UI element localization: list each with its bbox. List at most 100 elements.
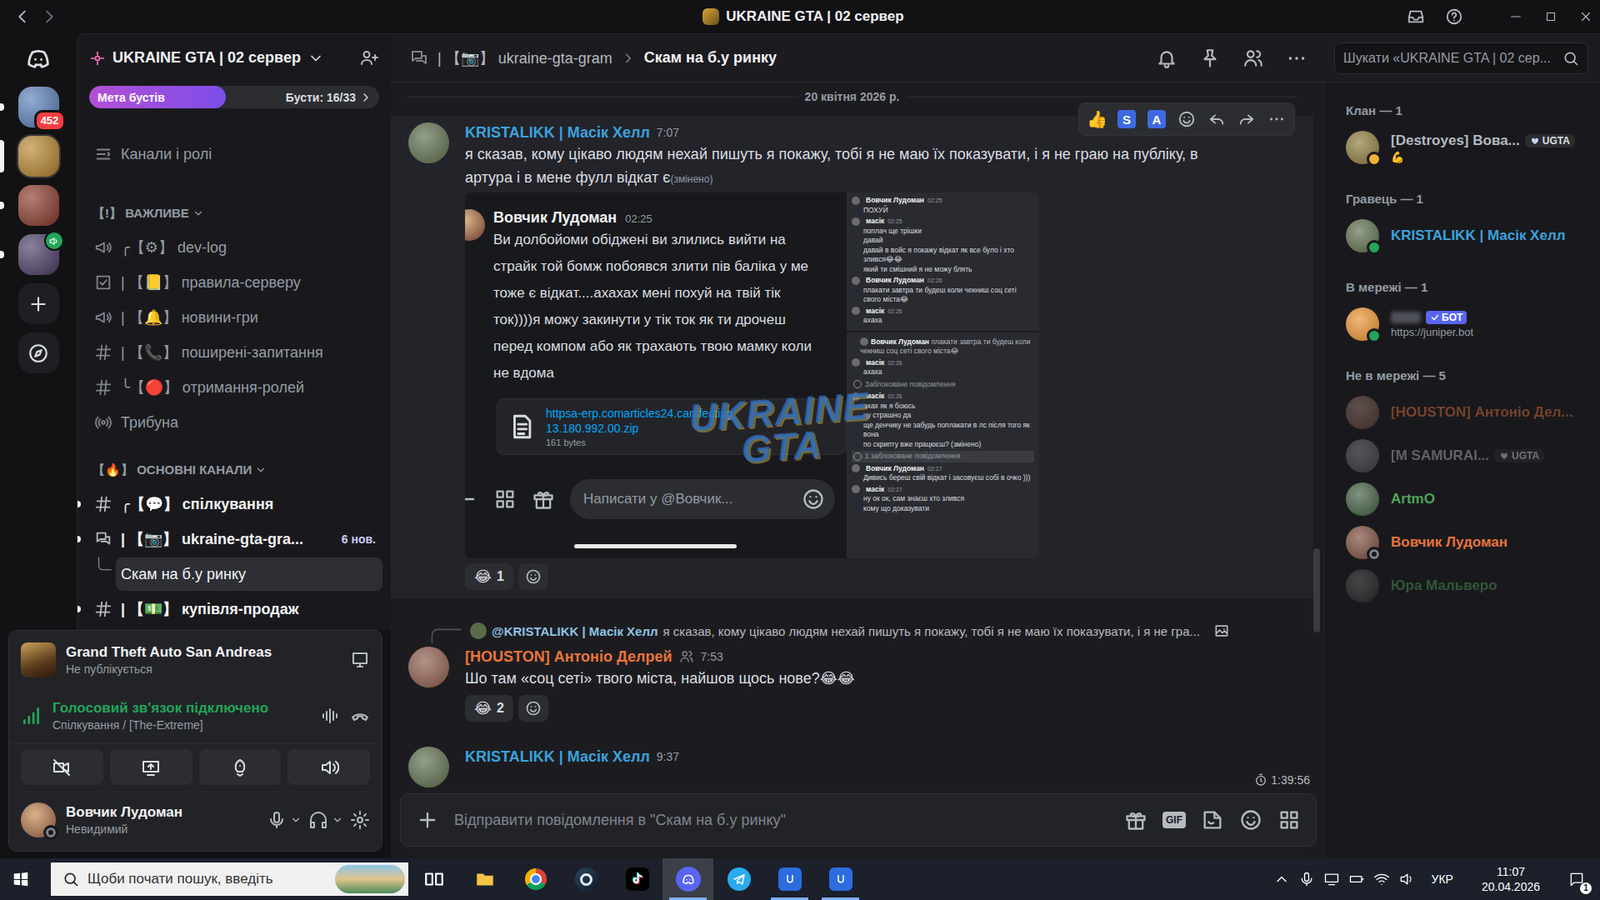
disconnect-icon[interactable] (350, 705, 370, 726)
gift-icon[interactable] (1124, 808, 1148, 832)
home-button[interactable] (18, 37, 60, 79)
back-arrow-icon[interactable] (13, 7, 32, 26)
invite-person-icon[interactable] (359, 48, 380, 69)
channel-item[interactable]: Трибуна (77, 405, 391, 440)
search-field[interactable]: Шукати «UKRAINE GTA | 02 сер... (1334, 42, 1589, 75)
author-name[interactable]: KRISTALIKK | Масік Хелл (465, 124, 650, 142)
taskbar-app[interactable] (713, 858, 765, 900)
taskbar-app[interactable] (408, 858, 460, 900)
server-icon[interactable]: 452 (18, 86, 60, 128)
channel-item[interactable]: ╭【💬】 спілкування (77, 486, 391, 522)
reply-button[interactable] (1202, 105, 1231, 134)
input-language[interactable]: УКР (1431, 872, 1454, 886)
taskbar-app[interactable] (764, 858, 815, 900)
account-row[interactable]: Вовчик ЛудоманНевидимий (9, 792, 382, 848)
channel-item[interactable]: ╭【⚙】 dev-log (77, 230, 391, 265)
app-button[interactable]: A (1142, 105, 1171, 134)
minimize-icon[interactable] (1508, 9, 1524, 25)
start-button[interactable] (0, 858, 42, 900)
channel-item[interactable]: | 【🔔】 новини-гри (77, 300, 391, 335)
battery-icon[interactable] (1348, 870, 1365, 888)
soundboard-button[interactable] (287, 749, 370, 785)
camera-button[interactable] (20, 749, 104, 785)
channel-item[interactable]: Канали і ролі (77, 136, 391, 172)
emoji-icon[interactable] (1239, 808, 1263, 832)
author-name[interactable]: KRISTALIKK | Масік Хелл (465, 748, 650, 766)
help-icon[interactable] (1445, 7, 1464, 26)
server-icon[interactable] (18, 234, 60, 275)
message[interactable]: 👍SAKRISTALIKK | Масік Хелл7:07я сказав, … (390, 115, 1314, 599)
settings-gear-icon[interactable] (350, 810, 370, 830)
member-item[interactable]: [Destroyes] Вова...UGTA💪 (1345, 125, 1594, 170)
reply-preview[interactable]: @KRISTALIKK | Масік Хелля сказав, кому ц… (408, 620, 1297, 642)
member-item[interactable]: [HOUSTON] Антоніо Дел... (1345, 390, 1594, 435)
member-item[interactable]: БОТhttps://juniper.bot (1345, 302, 1594, 346)
app-button[interactable]: S (1112, 105, 1141, 134)
gif-button[interactable]: GIF (1162, 811, 1186, 829)
channel-category[interactable]: 【🔥】 ОСНОВНІ КАНАЛИ (77, 453, 391, 487)
notification-center[interactable]: 1 (1560, 870, 1594, 888)
server-item[interactable] (0, 332, 77, 374)
chevron-up-icon[interactable] (1273, 870, 1290, 888)
game-screen-icon[interactable] (350, 650, 370, 670)
close-icon[interactable] (1578, 9, 1594, 25)
bell-icon[interactable] (1155, 47, 1178, 70)
activity-row[interactable]: Grand Theft Auto San AndreasНе публікуєт… (9, 632, 382, 689)
add-server-button[interactable] (18, 283, 60, 325)
member-item[interactable]: ArtmO (1345, 477, 1594, 521)
server-item[interactable] (0, 283, 77, 325)
taskbar-app[interactable] (815, 858, 866, 900)
scrollbar[interactable] (1313, 85, 1320, 787)
member-item[interactable]: Юра Мальверо (1345, 564, 1594, 608)
microphone-icon[interactable] (266, 810, 287, 830)
pin-icon[interactable] (1199, 47, 1221, 70)
activities-button[interactable] (199, 749, 282, 785)
channel-item[interactable]: | 【📒】 правила-серверу (77, 265, 391, 300)
more-button[interactable] (1262, 105, 1291, 134)
taskbar-search[interactable]: Щоби почати пошук, введіть (50, 862, 409, 896)
maximize-icon[interactable] (1543, 9, 1559, 25)
boost-progress[interactable]: Мета бустівБусти: 16/33 (89, 85, 380, 109)
server-icon[interactable] (18, 185, 60, 226)
screen-share-button[interactable] (110, 749, 193, 785)
more-icon[interactable] (1285, 47, 1308, 70)
apps-icon[interactable] (1277, 808, 1301, 832)
voice-row[interactable]: Голосовий зв'язок підключеноСпілкування … (9, 688, 382, 745)
server-item[interactable] (0, 234, 77, 275)
sticker-icon[interactable] (1200, 808, 1225, 832)
server-header[interactable]: UKRAINE GTA | 02 сервер (77, 34, 391, 82)
forum-link[interactable]: | 【📷】 ukraine-gta-gram (437, 48, 613, 69)
forward-arrow-icon[interactable] (40, 7, 59, 26)
chevron-down-icon[interactable] (331, 814, 344, 826)
channel-category[interactable]: 【!】 ВАЖЛИВЕ (77, 196, 391, 230)
message-input[interactable]: Відправити повідомлення в "Скам на б.у р… (400, 793, 1317, 847)
taskbar-app[interactable] (662, 858, 714, 900)
member-item[interactable]: [M SAMURAI...UGTA (1345, 434, 1594, 478)
taskbar-app[interactable] (560, 858, 612, 900)
member-item[interactable]: Вовчик Лудоман (1345, 520, 1594, 565)
server-item[interactable] (0, 135, 77, 177)
scroll-thumb[interactable] (1313, 548, 1320, 633)
taskbar-app[interactable] (611, 858, 663, 900)
taskbar-app[interactable] (459, 858, 510, 900)
wifi-icon[interactable] (1373, 870, 1390, 888)
server-item[interactable]: 452 (0, 86, 77, 128)
screenshot-attachment[interactable]: Вовчик Лудоман02:25Ви долбойоми обіджені… (465, 192, 1040, 559)
channel-item[interactable]: | 【💵】 купівля-продаж (77, 591, 391, 627)
add-reaction-button[interactable] (518, 695, 549, 722)
channel-item[interactable]: Скам на б.у ринку (77, 556, 391, 592)
noise-wave-icon[interactable] (320, 705, 340, 726)
server-item[interactable] (0, 185, 77, 226)
add-reaction-button[interactable] (518, 563, 549, 590)
channel-item[interactable]: | 【📞】 поширені-запитання (77, 335, 391, 370)
forward-button[interactable] (1232, 105, 1261, 134)
server-item[interactable] (0, 37, 77, 79)
author-avatar[interactable] (408, 122, 450, 164)
member-item[interactable]: KRISTALIKK | Масік Хелл (1345, 214, 1594, 258)
clock[interactable]: 11:0720.04.2026 (1481, 864, 1540, 895)
message[interactable]: @KRISTALIKK | Масік Хелля сказав, кому ц… (390, 613, 1314, 725)
headphones-icon[interactable] (308, 810, 329, 830)
microphone-icon[interactable] (1298, 870, 1315, 888)
author-avatar[interactable] (408, 746, 450, 788)
volume-icon[interactable] (1398, 870, 1415, 888)
